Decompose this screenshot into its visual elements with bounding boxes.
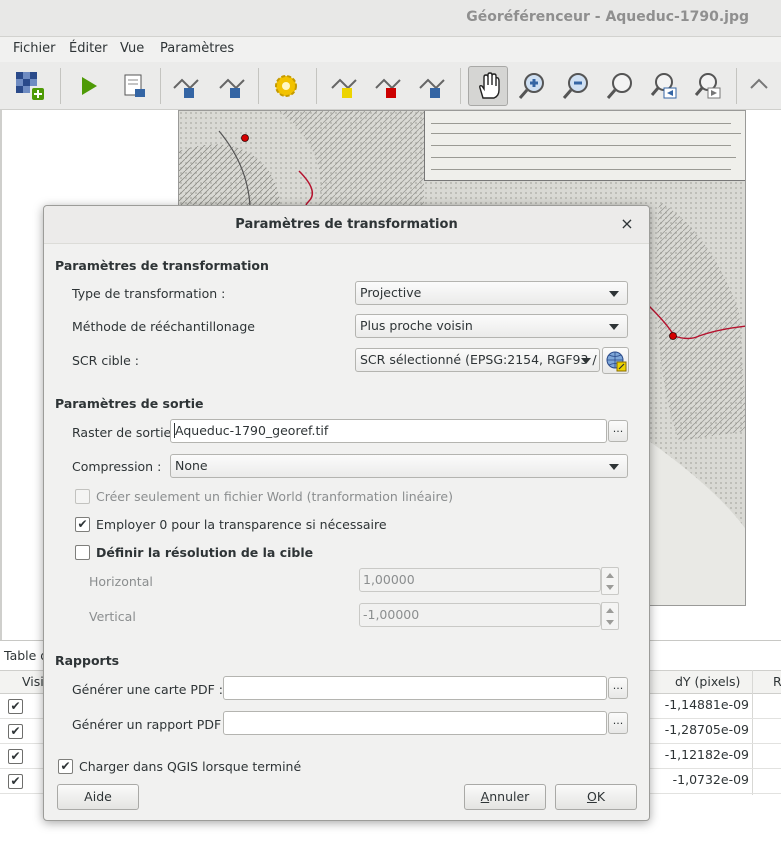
vertical-spinner[interactable] <box>601 602 619 630</box>
menu-parametres[interactable]: Paramètres <box>160 41 234 56</box>
zoom-in-icon[interactable] <box>512 66 552 106</box>
link-point-icon[interactable] <box>412 66 452 106</box>
cancel-label: nnuler <box>489 789 530 804</box>
chevron-down-icon <box>581 358 591 364</box>
gcp-visible-checkbox[interactable]: ✔ <box>8 749 23 764</box>
pdf-report-label: Générer un rapport PDF : <box>72 717 230 732</box>
horizontal-spinner[interactable] <box>601 567 619 595</box>
left-panel-border <box>0 110 2 640</box>
resampling-select[interactable]: Plus proche voisin <box>355 314 628 338</box>
help-button[interactable]: Aide <box>57 784 139 810</box>
resolution-checkbox[interactable] <box>75 545 90 560</box>
output-raster-value: Aqueduc-1790_georef.tif <box>174 423 329 438</box>
chevron-down-icon <box>609 464 619 470</box>
gcp-table-title: Table d <box>4 648 49 663</box>
toolbar <box>0 62 781 110</box>
dialog-title: Paramètres de transformation <box>44 206 649 244</box>
transform-type-value: Projective <box>360 285 422 300</box>
pdf-map-label: Générer une carte PDF : <box>72 682 223 697</box>
output-raster-input[interactable]: Aqueduc-1790_georef.tif <box>170 419 607 443</box>
load-in-qgis-checkbox[interactable]: ✔ <box>58 759 73 774</box>
zoom-next-icon[interactable] <box>688 66 728 106</box>
ok-mnemonic: O <box>586 789 597 804</box>
ok-button[interactable]: OK <box>555 784 637 810</box>
vertical-label: Vertical <box>89 609 136 624</box>
chevron-down-icon <box>609 324 619 330</box>
add-point-icon[interactable] <box>166 66 206 106</box>
compression-select[interactable]: None <box>170 454 628 478</box>
cancel-button[interactable]: Annuler <box>464 784 546 810</box>
transform-type-label: Type de transformation : <box>72 286 226 301</box>
close-icon[interactable]: × <box>617 214 637 234</box>
menu-vue[interactable]: Vue <box>120 41 144 56</box>
browse-pdf-report-button[interactable]: ... <box>608 712 628 734</box>
chevron-down-icon <box>609 291 619 297</box>
crs-label: SCR cible : <box>72 353 139 368</box>
window-titlebar: Géoréférenceur - Aqueduc-1790.jpg <box>0 0 781 37</box>
ok-label: K <box>596 789 606 804</box>
zoom-layer-icon[interactable] <box>600 66 640 106</box>
gcp-col-dy[interactable]: dY (pixels) <box>675 674 740 689</box>
section-reports-heading: Rapports <box>55 653 120 668</box>
remove-point-icon[interactable] <box>368 66 408 106</box>
browse-pdf-map-button[interactable]: ... <box>608 677 628 699</box>
resampling-label: Méthode de rééchantillonage <box>72 319 255 334</box>
load-in-qgis-label: Charger dans QGIS lorsque terminé <box>79 759 302 774</box>
transform-type-select[interactable]: Projective <box>355 281 628 305</box>
menu-bar: Fichier Éditer Vue Paramètres <box>0 37 781 62</box>
pan-tool-icon[interactable] <box>468 66 508 106</box>
transparency-label: Employer 0 pour la transparence si néces… <box>96 517 387 532</box>
delete-point-icon[interactable] <box>212 66 252 106</box>
transparency-checkbox[interactable]: ✔ <box>75 517 90 532</box>
window-title: Géoréférenceur - Aqueduc-1790.jpg <box>466 9 749 25</box>
crs-selector-button[interactable] <box>602 347 629 374</box>
horizontal-resolution-input[interactable]: 1,00000 <box>359 568 601 592</box>
gcp-dy-value: -1,12182e-09 <box>664 747 749 762</box>
compression-value: None <box>175 458 208 473</box>
gcp-visible-checkbox[interactable]: ✔ <box>8 699 23 714</box>
chevron-up-icon[interactable] <box>606 608 614 613</box>
generate-script-icon[interactable] <box>114 66 154 106</box>
globe-icon <box>606 351 627 372</box>
gcp-col-r[interactable]: R <box>773 674 781 689</box>
menu-fichier[interactable]: Fichier <box>13 41 56 56</box>
gcp-visible-checkbox[interactable]: ✔ <box>8 774 23 789</box>
gcp-dy-value: -1,0732e-09 <box>672 772 749 787</box>
browse-raster-button[interactable]: ... <box>608 420 628 442</box>
gcp-visible-checkbox[interactable]: ✔ <box>8 724 23 739</box>
resolution-label: Définir la résolution de la cible <box>96 545 314 560</box>
chevron-down-icon[interactable] <box>606 620 614 625</box>
zoom-last-icon[interactable] <box>644 66 684 106</box>
gcp-dy-value: -1,28705e-09 <box>664 722 749 737</box>
horizontal-value: 1,00000 <box>363 572 415 587</box>
world-file-label: Créer seulement un fichier World (tranfo… <box>96 489 453 504</box>
section-output-heading: Paramètres de sortie <box>55 396 204 411</box>
pdf-report-input[interactable] <box>223 711 607 735</box>
crs-select[interactable]: SCR sélectionné (EPSG:2154, RGF93 / <box>355 348 600 372</box>
section-transform-heading: Paramètres de transformation <box>55 258 269 273</box>
gcp-dy-value: -1,14881e-09 <box>664 697 749 712</box>
horizontal-label: Horizontal <box>89 574 153 589</box>
crs-value: SCR sélectionné (EPSG:2154, RGF93 / <box>360 352 597 367</box>
menu-editer[interactable]: Éditer <box>69 41 108 56</box>
settings-gear-icon[interactable] <box>266 66 306 106</box>
chevron-down-icon[interactable] <box>606 585 614 590</box>
chevron-up-icon[interactable] <box>606 573 614 578</box>
add-raster-icon[interactable] <box>10 66 50 106</box>
move-point-icon[interactable] <box>324 66 364 106</box>
zoom-out-icon[interactable] <box>556 66 596 106</box>
compression-label: Compression : <box>72 459 162 474</box>
output-raster-label: Raster de sortie <box>72 425 172 440</box>
map-legend-table <box>424 111 745 181</box>
resampling-value: Plus proche voisin <box>360 318 473 333</box>
more-tools-icon[interactable] <box>744 66 781 106</box>
vertical-value: -1,00000 <box>363 607 420 622</box>
pdf-map-input[interactable] <box>223 676 607 700</box>
cancel-mnemonic: A <box>480 789 490 804</box>
world-file-checkbox[interactable] <box>75 489 90 504</box>
play-icon[interactable] <box>68 66 108 106</box>
transformation-settings-dialog: Paramètres de transformation × Paramètre… <box>43 205 650 821</box>
vertical-resolution-input[interactable]: -1,00000 <box>359 603 601 627</box>
